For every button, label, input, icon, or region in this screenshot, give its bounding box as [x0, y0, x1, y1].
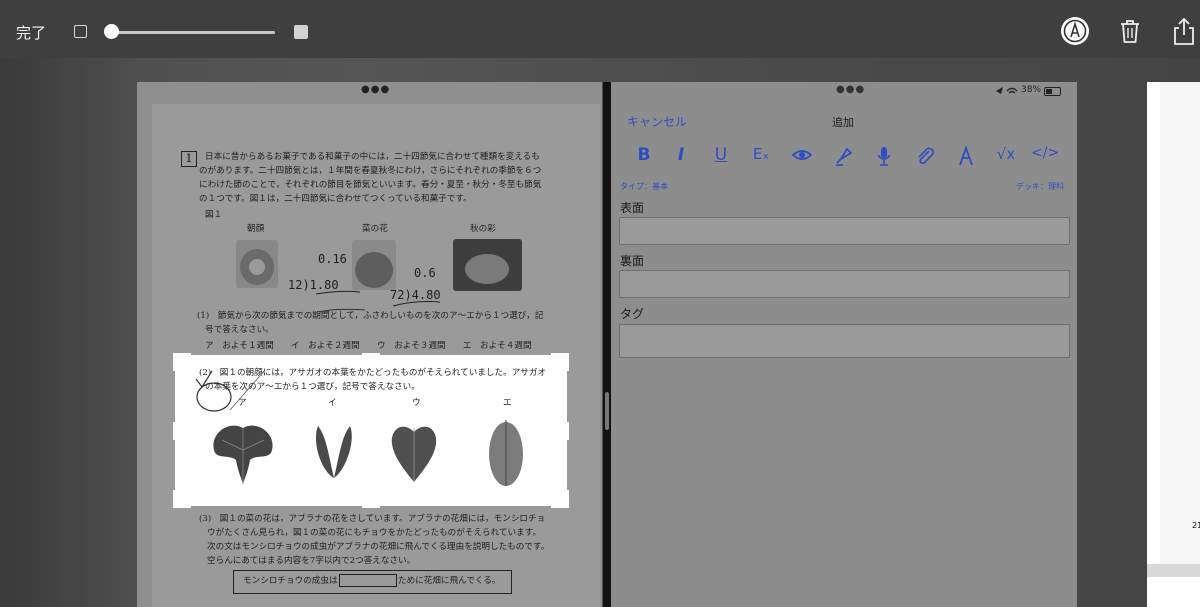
- q1-choices: ア およそ１週間 イ およそ２週間 ウ およそ３週間 エ およそ４週間: [205, 341, 532, 351]
- q2-check-mark: [190, 365, 270, 420]
- answer-prefix: モンシロチョウの成虫は: [243, 576, 338, 586]
- intro-line-4: の１つです。図１は，二十四節気に合わせてつくっている和菓子です。: [199, 194, 472, 204]
- intro-line-1: 日本に昔からあるお菓子である和菓子の中には，二十四節気に合わせて種類を変えるも: [205, 152, 540, 162]
- crop-handle-top-mid[interactable]: [362, 353, 380, 357]
- form-pane-handle-icon[interactable]: ●●●: [836, 84, 865, 95]
- front-field-input[interactable]: [619, 217, 1070, 245]
- crop-handle-top-left-v[interactable]: [173, 353, 177, 371]
- page-gap: [1147, 564, 1200, 577]
- eye-icon[interactable]: [790, 145, 814, 170]
- asagao-sweet-photo: [236, 240, 278, 288]
- opacity-slider[interactable]: [111, 31, 275, 34]
- underline-button[interactable]: U: [709, 145, 733, 165]
- leaf-e-image: [486, 416, 526, 488]
- trash-icon[interactable]: [1116, 16, 1146, 46]
- q1-line-2: 号で答えなさい。: [205, 325, 274, 335]
- crop-handle-top-right-v[interactable]: [565, 353, 569, 371]
- leaf-label-i: イ: [328, 398, 337, 408]
- handwritten-4: 72)4.80: [390, 288, 441, 302]
- paperclip-icon[interactable]: [913, 145, 937, 172]
- checkbox-large[interactable]: [294, 25, 308, 39]
- split-view-divider[interactable]: [603, 82, 611, 607]
- next-page-number: 21: [1192, 521, 1200, 530]
- deck-selector[interactable]: デッキ：理科: [1016, 181, 1064, 192]
- checkbox-small[interactable]: [74, 25, 87, 38]
- akinoirodori-sweet-photo: [453, 239, 522, 291]
- leaf-u-image: [388, 418, 440, 484]
- back-field-label: 裏面: [620, 254, 645, 268]
- handwritten-3: 0.6: [414, 266, 436, 280]
- html-editor-button[interactable]: </>: [1031, 145, 1059, 161]
- answer-suffix: ために花畑に飛んでくる。: [398, 576, 501, 586]
- leaf-a-image: [208, 420, 278, 486]
- status-bar: 38%: [994, 85, 1066, 97]
- handwritten-1: 0.16: [318, 252, 347, 266]
- tags-field-label: タグ: [620, 307, 645, 321]
- highlighter-icon[interactable]: [832, 145, 856, 172]
- leaf-label-a: ア: [238, 398, 247, 408]
- crop-handle-bottom-mid[interactable]: [362, 504, 380, 508]
- sweet-label-asagao: 朝顔: [247, 224, 265, 234]
- pdf-pane-handle-icon[interactable]: ●●●: [361, 84, 390, 95]
- next-page-content: [1160, 82, 1200, 564]
- share-icon[interactable]: [1170, 16, 1200, 46]
- front-field-label: 表面: [620, 201, 645, 215]
- slider-knob[interactable]: [104, 24, 119, 39]
- intro-line-3: にわけた節のことで，それぞれの節目を節気といいます。春分・夏至・秋分・冬至も節気: [199, 180, 542, 190]
- answer-blank: [339, 574, 397, 587]
- back-field-input[interactable]: [619, 270, 1070, 298]
- markup-pen-icon[interactable]: [1060, 16, 1090, 46]
- handwritten-2: 12)1.80: [288, 278, 339, 292]
- add-card-title: 追加: [832, 116, 854, 129]
- bold-button[interactable]: B: [632, 145, 656, 165]
- sweet-label-nanohana: 菜の花: [362, 224, 388, 234]
- cancel-button[interactable]: キャンセル: [627, 113, 687, 130]
- battery-icon: [1044, 87, 1061, 96]
- clear-format-button[interactable]: Eₓ: [749, 145, 773, 163]
- figure1-label: 図１: [205, 210, 223, 220]
- italic-button[interactable]: I: [669, 145, 693, 165]
- leaf-i-image: [310, 420, 358, 482]
- microphone-icon[interactable]: [872, 145, 896, 172]
- leaf-label-u: ウ: [412, 398, 421, 408]
- q1-line-1: (1) 節気から次の節気までの期間として，ふさわしいものを次のア～エから１つ選び…: [197, 311, 544, 321]
- crop-handle-bottom-right-v[interactable]: [565, 490, 569, 508]
- crop-handle-bottom-left-v[interactable]: [173, 490, 177, 508]
- note-type-selector[interactable]: タイプ：基本: [620, 181, 668, 192]
- q3-line-2: ウがたくさん見られ，図１の菜の花にもチョウをかたどったものがそえられています。: [207, 528, 542, 538]
- sweet-label-akinoirodori: 秋の彩: [470, 224, 496, 234]
- intro-line-2: のがあります。二十四節気とは，１年間を春夏秋冬にわけ，さらにそれぞれの季節を６つ: [199, 166, 542, 176]
- q3-line-1: (3) 図１の菜の花は，アブラナの花をさしています。アブラナの花畑には，モンシロ…: [199, 514, 546, 524]
- done-button[interactable]: 完了: [16, 22, 46, 43]
- tags-field-input[interactable]: [619, 324, 1070, 358]
- crop-handle-left-mid[interactable]: [173, 422, 177, 440]
- top-toolbar: [0, 0, 1200, 58]
- split-view-grip[interactable]: [605, 392, 609, 430]
- crop-handle-right-mid[interactable]: [565, 422, 569, 440]
- math-button[interactable]: √x: [994, 145, 1018, 163]
- q3-line-4: 空らんにあてはまる内容を7字以内で2つ答えなさい。: [207, 556, 416, 566]
- question-number: 1: [181, 151, 197, 167]
- battery-percent: 38%: [1021, 85, 1042, 95]
- ink-icon[interactable]: [954, 145, 978, 172]
- q3-line-3: 次の文はモンシロチョウの成虫がアブラナの花畑に飛んでくる理由を説明したものです。: [207, 542, 550, 552]
- leaf-label-e: エ: [503, 398, 512, 408]
